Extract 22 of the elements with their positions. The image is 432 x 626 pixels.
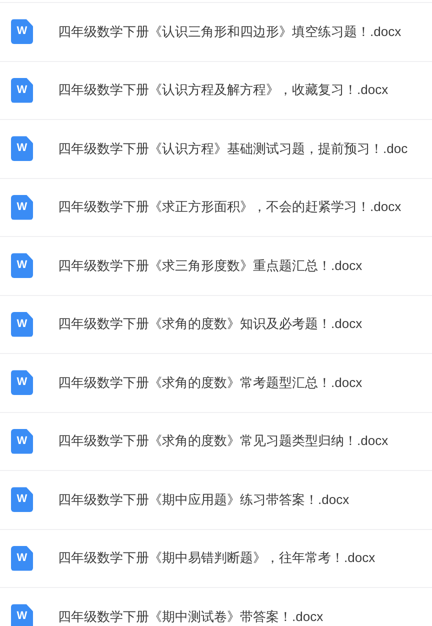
word-file-icon: W xyxy=(11,312,33,337)
word-file-icon: W xyxy=(11,370,33,396)
file-name[interactable]: 四年级数学下册《求角的度数》常考题型汇总！.docx xyxy=(58,374,362,392)
word-file-icon: W xyxy=(11,194,33,220)
file-name[interactable]: 四年级数学下册《求角的度数》知识及必考题！.docx xyxy=(58,315,362,334)
file-name[interactable]: 四年级数学下册《期中易错判断题》，往年常考！.docx xyxy=(58,549,376,568)
word-file-icon: W xyxy=(11,428,33,454)
file-name[interactable]: 四年级数学下册《认识方程》基础测试习题，提前预习！.doc xyxy=(58,140,408,158)
word-file-icon: W xyxy=(11,487,33,512)
word-file-icon: W xyxy=(11,546,33,571)
word-file-icon: W xyxy=(11,78,33,103)
file-name[interactable]: 四年级数学下册《求角的度数》常见习题类型归纳！.docx xyxy=(58,432,388,450)
file-name[interactable]: 四年级数学下册《求三角形度数》重点题汇总！.docx xyxy=(58,256,362,275)
word-file-icon: W xyxy=(11,136,33,162)
word-file-icon: W xyxy=(11,604,33,626)
file-name[interactable]: 四年级数学下册《认识方程及解方程》，收藏复习！.docx xyxy=(58,81,388,100)
file-name[interactable]: 四年级数学下册《期中测试卷》带答案！.docx xyxy=(58,608,324,626)
word-file-icon: W xyxy=(11,253,33,278)
word-file-icon: W xyxy=(11,19,33,44)
file-name[interactable]: 四年级数学下册《求正方形面积》，不会的赶紧学习！.docx xyxy=(58,198,402,216)
file-name[interactable]: 四年级数学下册《期中应用题》练习带答案！.docx xyxy=(58,490,350,509)
file-name[interactable]: 四年级数学下册《认识三角形和四边形》填空练习题！.docx xyxy=(58,22,402,41)
